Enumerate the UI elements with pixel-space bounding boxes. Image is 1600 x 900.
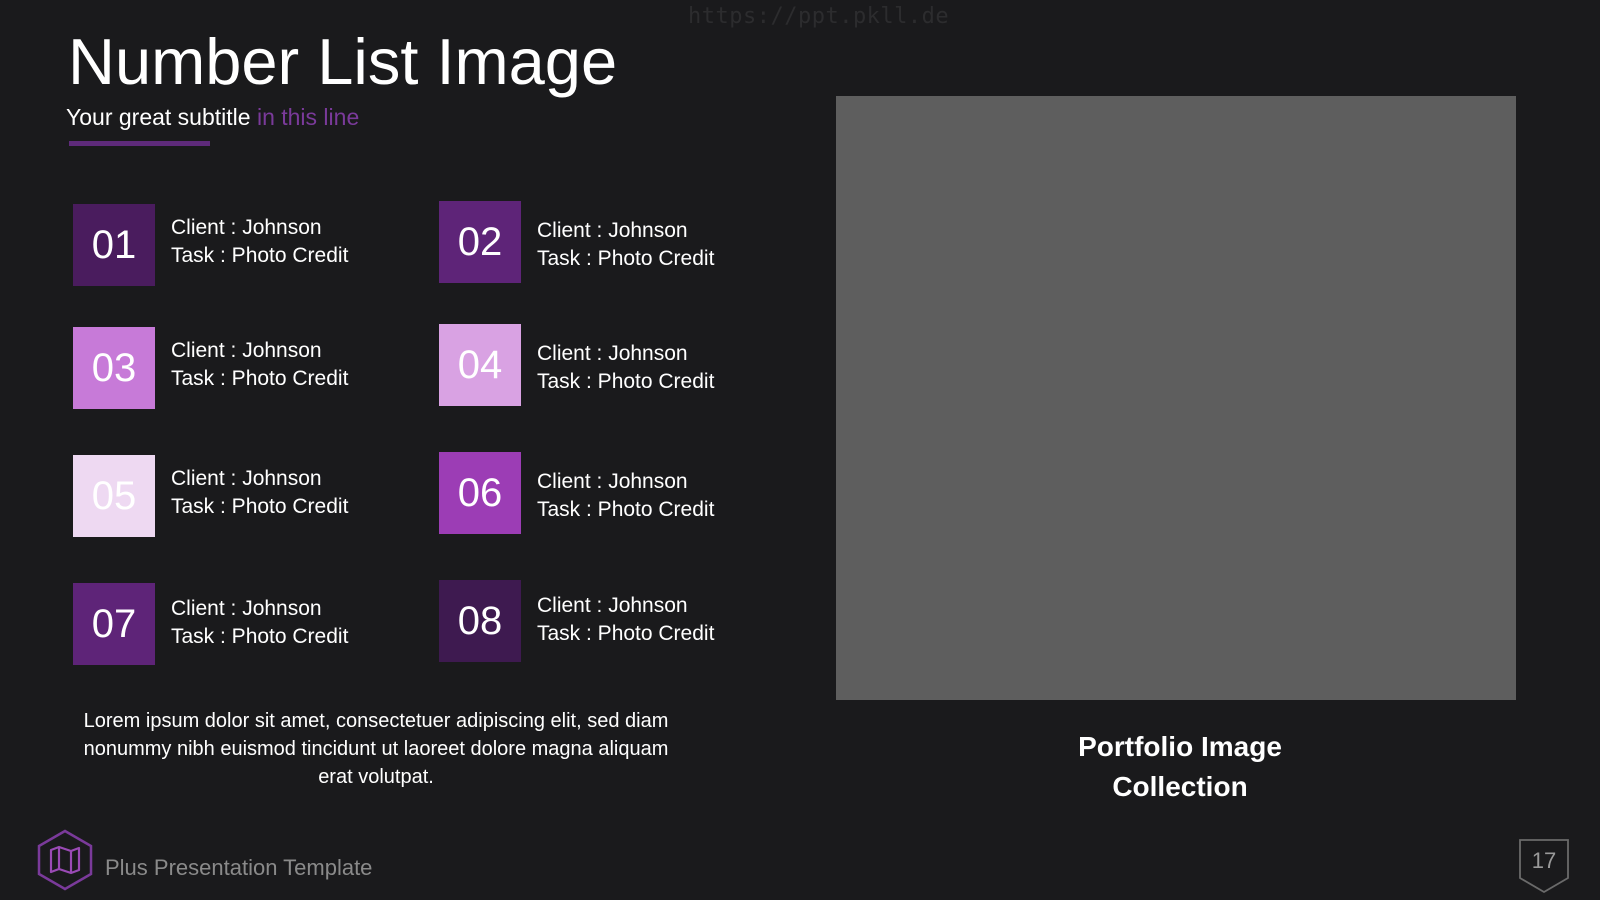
item-info: Client : Johnson Task : Photo Credit (537, 592, 714, 648)
item-info: Client : Johnson Task : Photo Credit (171, 595, 348, 651)
slide-title: Number List Image (68, 25, 618, 98)
item-task: Task : Photo Credit (537, 370, 715, 393)
item-task: Task : Photo Credit (537, 498, 715, 521)
list-item-04: 04 Client : Johnson Task : Photo Credit (439, 324, 799, 406)
number-badge: 01 (73, 204, 155, 286)
item-client: Client : Johnson (537, 470, 688, 493)
body-paragraph: Lorem ipsum dolor sit amet, consectetuer… (83, 710, 669, 788)
page-number: 17 (1531, 848, 1557, 873)
item-task: Task : Photo Credit (171, 244, 349, 267)
list-item-05: 05 Client : Johnson Task : Photo Credit (73, 455, 433, 537)
portfolio-image-placeholder[interactable] (836, 96, 1516, 700)
number-badge: 07 (73, 583, 155, 665)
number-badge: 03 (73, 327, 155, 409)
number-badge: 04 (439, 324, 521, 406)
list-item-08: 08 Client : Johnson Task : Photo Credit (439, 580, 799, 662)
number-badge: 02 (439, 201, 521, 283)
item-task: Task : Photo Credit (537, 622, 715, 645)
watermark-url: https://ppt.pkll.de (688, 4, 950, 29)
item-info: Client : Johnson Task : Photo Credit (537, 217, 714, 273)
item-info: Client : Johnson Task : Photo Credit (537, 340, 714, 396)
page-number-badge: 17 (1518, 838, 1570, 894)
item-client: Client : Johnson (537, 342, 688, 365)
list-item-07: 07 Client : Johnson Task : Photo Credit (73, 583, 433, 665)
item-client: Client : Johnson (171, 597, 322, 620)
item-task: Task : Photo Credit (171, 625, 349, 648)
list-item-01: 01 Client : Johnson Task : Photo Credit (73, 204, 433, 286)
subtitle-main: Your great subtitle (66, 104, 257, 130)
list-item-03: 03 Client : Johnson Task : Photo Credit (73, 327, 433, 409)
item-info: Client : Johnson Task : Photo Credit (171, 214, 348, 270)
subtitle-accent: in this line (256, 104, 360, 130)
map-icon (34, 829, 96, 891)
item-info: Client : Johnson Task : Photo Credit (171, 337, 348, 393)
item-client: Client : Johnson (171, 216, 322, 239)
item-info: Client : Johnson Task : Photo Credit (537, 468, 714, 524)
item-client: Client : Johnson (537, 594, 688, 617)
item-task: Task : Photo Credit (537, 247, 715, 270)
slide-subtitle: Your great subtitle in this line (66, 104, 359, 131)
number-badge: 06 (439, 452, 521, 534)
item-client: Client : Johnson (171, 339, 322, 362)
item-client: Client : Johnson (171, 467, 322, 490)
caption-line-2: Collection (1112, 771, 1248, 802)
item-client: Client : Johnson (537, 219, 688, 242)
subtitle-underline (69, 141, 210, 146)
item-info: Client : Johnson Task : Photo Credit (171, 465, 348, 521)
item-task: Task : Photo Credit (171, 495, 349, 518)
image-caption: Portfolio Image Collection (1030, 727, 1330, 807)
list-item-06: 06 Client : Johnson Task : Photo Credit (439, 452, 799, 534)
item-task: Task : Photo Credit (171, 367, 349, 390)
footer-template-name: Plus Presentation Template (105, 855, 373, 880)
number-badge: 05 (73, 455, 155, 537)
list-item-02: 02 Client : Johnson Task : Photo Credit (439, 201, 799, 283)
caption-line-1: Portfolio Image (1078, 731, 1282, 762)
number-badge: 08 (439, 580, 521, 662)
